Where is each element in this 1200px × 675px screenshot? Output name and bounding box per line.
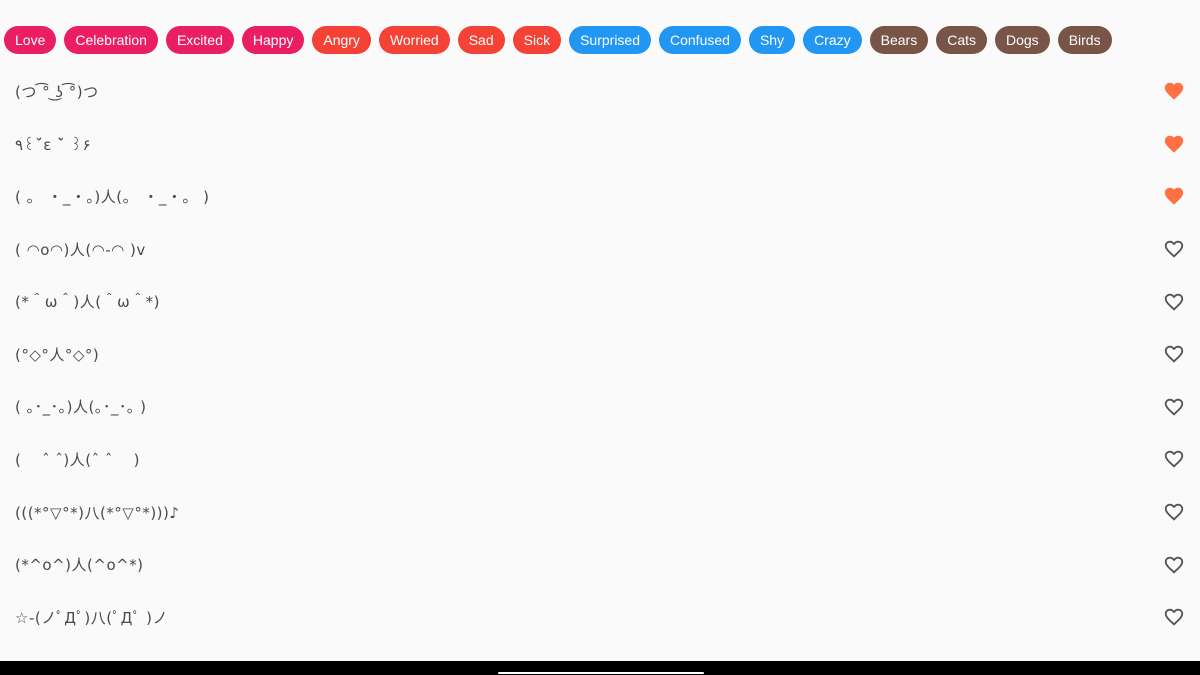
emoticon-text: ( ˆ ˆ)人(ˆ ˆ ) bbox=[15, 450, 140, 469]
category-chip-celebration[interactable]: Celebration bbox=[64, 26, 158, 54]
heart-outline-icon[interactable] bbox=[1163, 501, 1185, 523]
emoticon-text: (°◇°人°◇°) bbox=[15, 345, 100, 364]
emoticon-text: ( ｡･_･｡)人(｡･_･｡ ) bbox=[15, 398, 147, 417]
category-chip-sick[interactable]: Sick bbox=[512, 26, 562, 54]
emoticon-row[interactable]: ☆-(ノﾟДﾟ)八(ﾟДﾟ )ノ bbox=[0, 591, 1200, 644]
emoticon-row[interactable]: ( ◠o◠)人(◠-◠ )v bbox=[0, 223, 1200, 276]
category-chip-confused[interactable]: Confused bbox=[659, 26, 741, 54]
heart-outline-icon[interactable] bbox=[1163, 554, 1185, 576]
category-chip-love[interactable]: Love bbox=[4, 26, 57, 54]
heart-outline-icon[interactable] bbox=[1163, 606, 1185, 628]
heart-outline-icon[interactable] bbox=[1163, 291, 1185, 313]
category-chip-surprised[interactable]: Surprised bbox=[569, 26, 651, 54]
emoticon-text: ( ◠o◠)人(◠-◠ )v bbox=[15, 240, 146, 259]
emoticon-text: ٩꒰ˊ̆ε ˋ̆ ꒱۶ bbox=[15, 135, 91, 154]
emoticon-row[interactable]: (*＾ω＾)人(＾ω＾*) bbox=[0, 275, 1200, 328]
category-chip-dogs[interactable]: Dogs bbox=[995, 26, 1050, 54]
emoticon-text: (((*°▽°*)八(*°▽°*)))♪ bbox=[15, 503, 180, 522]
emoticon-list: (つ ͡° ͜ʖ ͡°)つ ٩꒰ˊ̆ε ˋ̆ ꒱۶ ( 。 ・_・。)人(。 ・_・… bbox=[0, 65, 1200, 644]
emoticon-text: (*＾ω＾)人(＾ω＾*) bbox=[15, 293, 161, 312]
category-chip-shy[interactable]: Shy bbox=[748, 26, 796, 54]
emoticon-text: ☆-(ノﾟДﾟ)八(ﾟДﾟ )ノ bbox=[15, 608, 168, 627]
emoticon-row[interactable]: ( ｡･_･｡)人(｡･_･｡ ) bbox=[0, 381, 1200, 434]
heart-filled-icon[interactable] bbox=[1163, 80, 1185, 102]
category-chip-bar: Love Celebration Excited Happy Angry Worried S… bbox=[4, 26, 1112, 54]
category-chip-sad[interactable]: Sad bbox=[457, 26, 505, 54]
emoticon-text: (*^o^)人(^o^*) bbox=[15, 556, 144, 575]
category-chip-angry[interactable]: Angry bbox=[312, 26, 371, 54]
category-chip-birds[interactable]: Birds bbox=[1057, 26, 1112, 54]
heart-filled-icon[interactable] bbox=[1163, 133, 1185, 155]
app-screen: Love Celebration Excited Happy Angry Worried S… bbox=[0, 0, 1200, 675]
heart-outline-icon[interactable] bbox=[1163, 238, 1185, 260]
system-navigation-bar bbox=[0, 661, 1200, 675]
emoticon-row[interactable]: ( 。 ・_・。)人(。 ・_・。 ) bbox=[0, 170, 1200, 223]
heart-outline-icon[interactable] bbox=[1163, 396, 1185, 418]
category-chip-excited[interactable]: Excited bbox=[165, 26, 234, 54]
emoticon-row[interactable]: (*^o^)人(^o^*) bbox=[0, 538, 1200, 591]
category-chip-crazy[interactable]: Crazy bbox=[803, 26, 862, 54]
heart-filled-icon[interactable] bbox=[1163, 185, 1185, 207]
heart-outline-icon[interactable] bbox=[1163, 343, 1185, 365]
category-chip-cats[interactable]: Cats bbox=[936, 26, 987, 54]
emoticon-row[interactable]: (((*°▽°*)八(*°▽°*)))♪ bbox=[0, 486, 1200, 539]
category-chip-worried[interactable]: Worried bbox=[378, 26, 450, 54]
gesture-handle[interactable] bbox=[498, 672, 704, 674]
emoticon-row[interactable]: (°◇°人°◇°) bbox=[0, 328, 1200, 381]
emoticon-text: ( 。 ・_・。)人(。 ・_・。 ) bbox=[15, 187, 210, 206]
emoticon-row[interactable]: ٩꒰ˊ̆ε ˋ̆ ꒱۶ bbox=[0, 118, 1200, 171]
emoticon-row[interactable]: (つ ͡° ͜ʖ ͡°)つ bbox=[0, 65, 1200, 118]
emoticon-text: (つ ͡° ͜ʖ ͡°)つ bbox=[15, 82, 99, 101]
heart-outline-icon[interactable] bbox=[1163, 448, 1185, 470]
category-chip-happy[interactable]: Happy bbox=[241, 26, 305, 54]
emoticon-row[interactable]: ( ˆ ˆ)人(ˆ ˆ ) bbox=[0, 433, 1200, 486]
category-chip-bears[interactable]: Bears bbox=[869, 26, 929, 54]
